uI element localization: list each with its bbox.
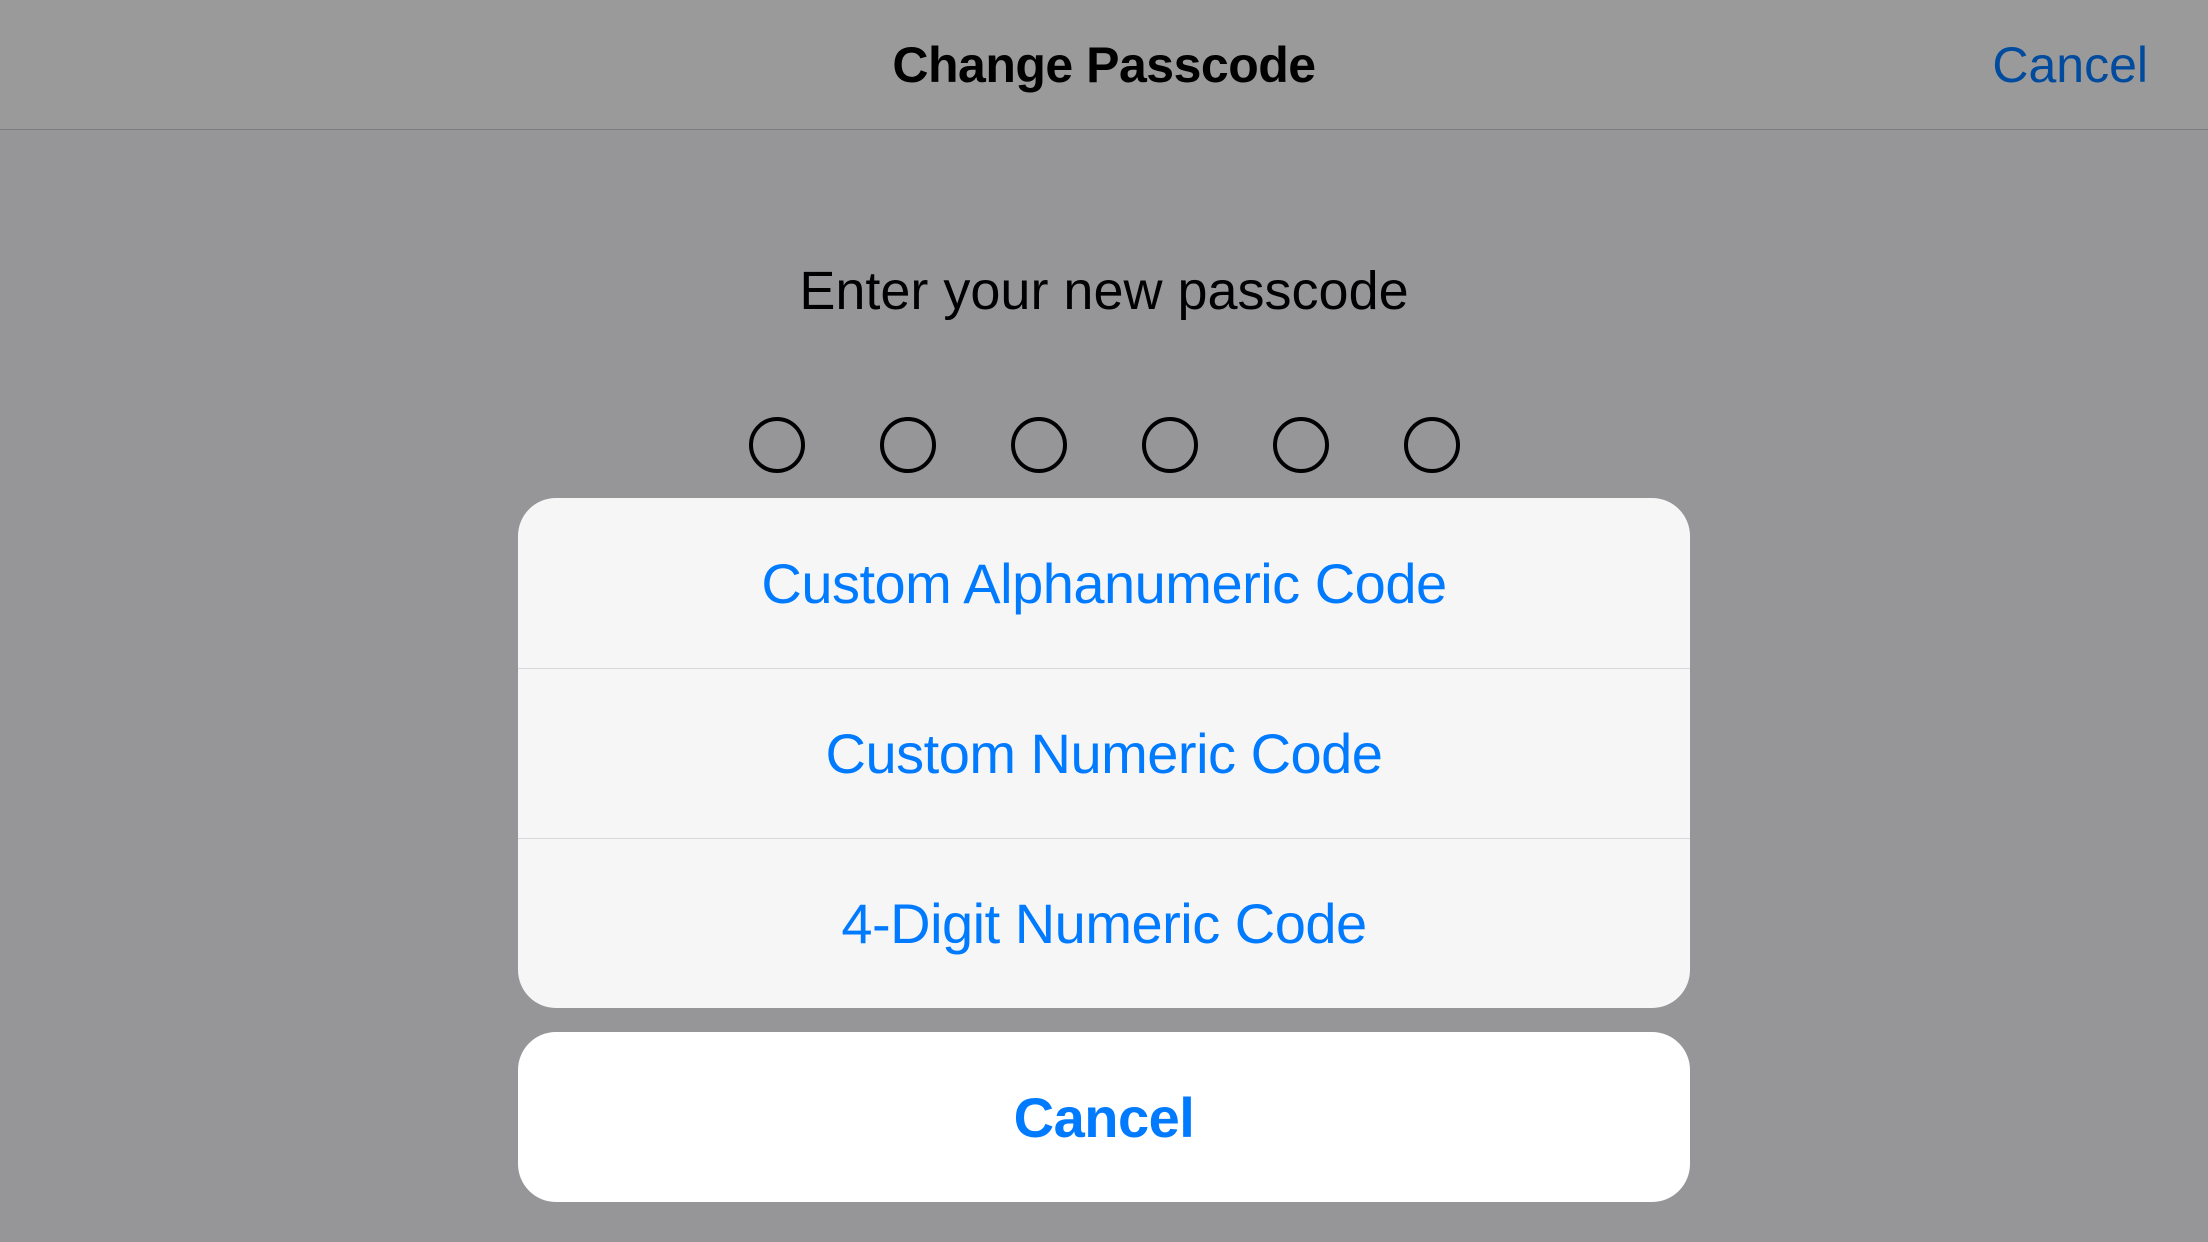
nav-cancel-button[interactable]: Cancel	[1992, 36, 2148, 94]
action-sheet-options: Custom Alphanumeric Code Custom Numeric …	[518, 498, 1690, 1008]
passcode-dot	[1011, 417, 1067, 473]
passcode-dot	[880, 417, 936, 473]
option-4-digit-numeric[interactable]: 4-Digit Numeric Code	[518, 838, 1690, 1008]
passcode-dot	[749, 417, 805, 473]
passcode-dots	[0, 417, 2208, 473]
passcode-dot	[1404, 417, 1460, 473]
passcode-dot	[1273, 417, 1329, 473]
nav-header: Change Passcode Cancel	[0, 0, 2208, 130]
action-sheet: Custom Alphanumeric Code Custom Numeric …	[518, 498, 1690, 1202]
action-sheet-cancel-group: Cancel	[518, 1032, 1690, 1202]
passcode-prompt: Enter your new passcode	[0, 260, 2208, 322]
option-custom-alphanumeric[interactable]: Custom Alphanumeric Code	[518, 498, 1690, 668]
passcode-content: Enter your new passcode	[0, 260, 2208, 473]
option-custom-numeric[interactable]: Custom Numeric Code	[518, 668, 1690, 838]
page-title: Change Passcode	[892, 36, 1315, 94]
passcode-dot	[1142, 417, 1198, 473]
action-sheet-cancel-button[interactable]: Cancel	[518, 1032, 1690, 1202]
